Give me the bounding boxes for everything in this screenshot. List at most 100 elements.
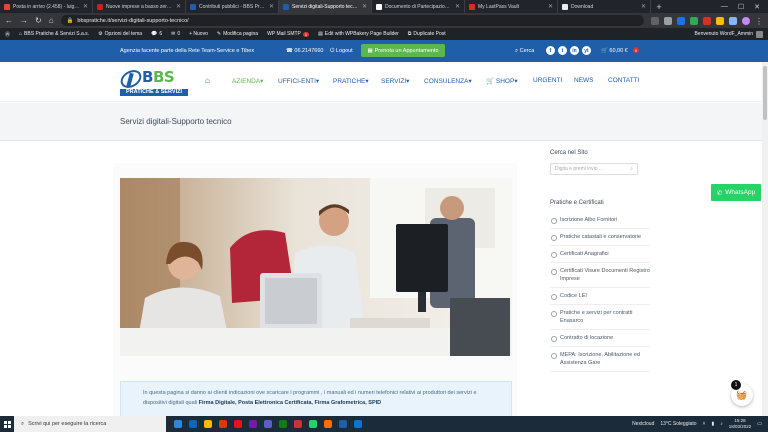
- nav-home-icon[interactable]: ⌂: [205, 76, 210, 85]
- sidebar-list-item[interactable]: Certificati Visure Documenti Registro Im…: [550, 263, 650, 288]
- browser-tab[interactable]: Contributi pubblici - BBS Pratich...✕: [186, 0, 279, 13]
- taskbar-search[interactable]: ⌕ Scrivi qui per eseguire la ricerca: [14, 416, 166, 432]
- tab-close-icon[interactable]: ✕: [176, 3, 181, 10]
- wp-smtp[interactable]: WP Mail SMTP 1: [267, 31, 310, 37]
- wp-wpbakery[interactable]: ▤ Edit with WPBakery Page Builder: [318, 31, 399, 37]
- extension-icon[interactable]: [690, 16, 698, 25]
- browser-tab[interactable]: My LastPass Vault ✕: [465, 0, 558, 13]
- wp-edit-page[interactable]: ✎ Modifica pagina: [217, 31, 258, 37]
- nav-item-uffici-enti[interactable]: UFFICI-ENTI▾: [278, 77, 319, 85]
- wp-updates[interactable]: ✉ 0: [171, 31, 180, 37]
- network-icon[interactable]: ▮: [711, 421, 714, 427]
- tab-close-icon[interactable]: ✕: [362, 3, 367, 10]
- twitter-icon[interactable]: t: [558, 46, 567, 55]
- menu-kebab-icon[interactable]: ⋮: [755, 17, 763, 26]
- bookmark-icon[interactable]: [664, 16, 672, 25]
- youtube-icon[interactable]: yt: [582, 46, 591, 55]
- sidebar-list-item[interactable]: Codice LEI: [550, 288, 650, 305]
- taskbar-app-icon[interactable]: [219, 420, 227, 428]
- browser-tab[interactable]: Download ✕: [558, 0, 651, 13]
- taskbar-app-icon[interactable]: [294, 420, 302, 428]
- wp-new[interactable]: + Nuovo: [189, 31, 208, 37]
- weather-widget[interactable]: 13°C Soleggiato: [660, 421, 696, 427]
- search-link[interactable]: ⌕ Cerca: [515, 48, 534, 55]
- nav-item-consulenza[interactable]: CONSULENZA▾: [424, 77, 472, 85]
- facebook-icon[interactable]: f: [546, 46, 555, 55]
- taskbar-app-icon[interactable]: [204, 420, 212, 428]
- wp-account[interactable]: Benvenuto WordF_Ammin: [694, 30, 763, 38]
- sidebar-search-input[interactable]: Digita e premi invio ... ⌕: [550, 163, 638, 175]
- tray-chevron-icon[interactable]: ˄: [703, 421, 706, 427]
- linkedin-icon[interactable]: in: [570, 46, 579, 55]
- taskbar-app-icon[interactable]: [249, 420, 257, 428]
- tab-close-icon[interactable]: ✕: [455, 3, 460, 10]
- wp-logo-icon[interactable]: Ⓦ: [5, 31, 10, 38]
- nav-item-servizi[interactable]: SERVIZI▾: [381, 77, 409, 85]
- taskbar-clock[interactable]: 15:28 18/03/2022: [729, 418, 752, 430]
- nav-item-urgenti[interactable]: URGENTI: [533, 77, 562, 84]
- notifications-icon[interactable]: ▭: [757, 421, 762, 427]
- close-window-icon[interactable]: ✕: [754, 3, 760, 11]
- nav-item-shop[interactable]: 🛒 SHOP▾: [486, 77, 518, 85]
- forward-icon[interactable]: →: [20, 16, 28, 25]
- browser-tab[interactable]: Documento di Partecipazione o... ✕: [372, 0, 465, 13]
- extension-icon[interactable]: [677, 16, 685, 25]
- taskbar-app-icon[interactable]: [174, 420, 182, 428]
- wp-theme-options[interactable]: ⚙ Opzioni del tema: [98, 31, 142, 37]
- nav-item-news[interactable]: NEWS: [574, 77, 594, 84]
- logout-link[interactable]: ⏻ Logout: [330, 48, 353, 55]
- sidebar-list-item[interactable]: Certificati Anagrafici: [550, 246, 650, 263]
- reload-icon[interactable]: ↻: [35, 16, 42, 25]
- minimize-icon[interactable]: —: [721, 3, 728, 10]
- tab-close-icon[interactable]: ✕: [269, 3, 274, 10]
- cart-link[interactable]: 🛒 60,00 €: [601, 48, 628, 54]
- taskbar-app-icon[interactable]: [354, 420, 362, 428]
- taskbar-app-icon[interactable]: [234, 420, 242, 428]
- browser-tab[interactable]: Posta in arrivo (2.458) - luigi.b... ✕: [0, 0, 93, 13]
- sidebar-list-item[interactable]: Pratiche e servizi per contratti Enasarc…: [550, 305, 650, 330]
- address-bar[interactable]: 🔒 bbspratiche.it/servizi-digitali-suppor…: [60, 15, 644, 26]
- nav-item-pratiche[interactable]: PRATICHE▾: [333, 77, 369, 85]
- taskbar-app-icon[interactable]: [279, 420, 287, 428]
- nextcloud-tray[interactable]: Nextcloud: [632, 421, 654, 427]
- sidebar-list-item[interactable]: MEPA: Iscrizione, Abilitazione ed Assist…: [550, 347, 650, 372]
- back-icon[interactable]: ←: [5, 16, 13, 25]
- sidebar: Cerca nel Sito Digita e premi invio ... …: [550, 150, 650, 372]
- scrollbar-thumb[interactable]: [763, 66, 767, 120]
- volume-icon[interactable]: ♪: [720, 421, 723, 427]
- profile-avatar[interactable]: [742, 16, 750, 25]
- page-scrollbar[interactable]: [762, 62, 768, 416]
- sidebar-list-item[interactable]: Pratiche catastali e conservatorie: [550, 229, 650, 246]
- browser-tab[interactable]: Nuove imprese a basso zero oppr...✕: [93, 0, 186, 13]
- extension-icon[interactable]: [716, 16, 724, 25]
- search-icon[interactable]: ⌕: [630, 166, 633, 172]
- taskbar-app-icon[interactable]: [264, 420, 272, 428]
- wp-duplicate[interactable]: ⧉ Duplicate Post: [408, 31, 446, 37]
- appointment-button[interactable]: ▦ Prenota un Appuntamento: [361, 44, 445, 57]
- site-logo[interactable]: BBS PRATICHE & SERVIZI: [120, 68, 188, 96]
- home-icon[interactable]: ⌂: [49, 16, 54, 25]
- phone-link[interactable]: ☎ 06.2147660: [286, 48, 323, 54]
- lastpass-icon[interactable]: [703, 16, 711, 25]
- taskbar-app-icon[interactable]: [339, 420, 347, 428]
- sidebar-list-item[interactable]: Iscrizione Albo Fornitori: [550, 212, 650, 229]
- tab-close-icon[interactable]: ✕: [548, 3, 553, 10]
- maximize-icon[interactable]: ☐: [738, 3, 744, 11]
- wp-site-link[interactable]: ⌂ BBS Pratiche & Servizi S.a.s.: [19, 31, 89, 37]
- taskbar-app-icon[interactable]: [309, 420, 317, 428]
- share-icon[interactable]: [651, 16, 659, 25]
- tab-close-icon[interactable]: ✕: [641, 3, 646, 10]
- sidebar-list-item[interactable]: Contratto di locazione: [550, 330, 650, 347]
- browser-tab[interactable]: Servizi digitali-Supporto tecnico ✕: [279, 0, 372, 13]
- floating-cart-button[interactable]: 🧺 1: [731, 380, 753, 406]
- nav-item-contatti[interactable]: CONTATTI: [608, 77, 640, 84]
- nav-item-azienda[interactable]: AZIENDA▾: [232, 77, 263, 85]
- puzzle-icon[interactable]: [729, 16, 737, 25]
- whatsapp-button[interactable]: ✆ WhatsApp: [711, 184, 761, 201]
- taskbar-app-icon[interactable]: [324, 420, 332, 428]
- taskbar-app-icon[interactable]: [189, 420, 197, 428]
- tab-close-icon[interactable]: ✕: [83, 3, 88, 10]
- windows-start-button[interactable]: [0, 416, 14, 432]
- new-tab-button[interactable]: +: [651, 0, 667, 13]
- wp-comments[interactable]: 💬 6: [151, 31, 162, 37]
